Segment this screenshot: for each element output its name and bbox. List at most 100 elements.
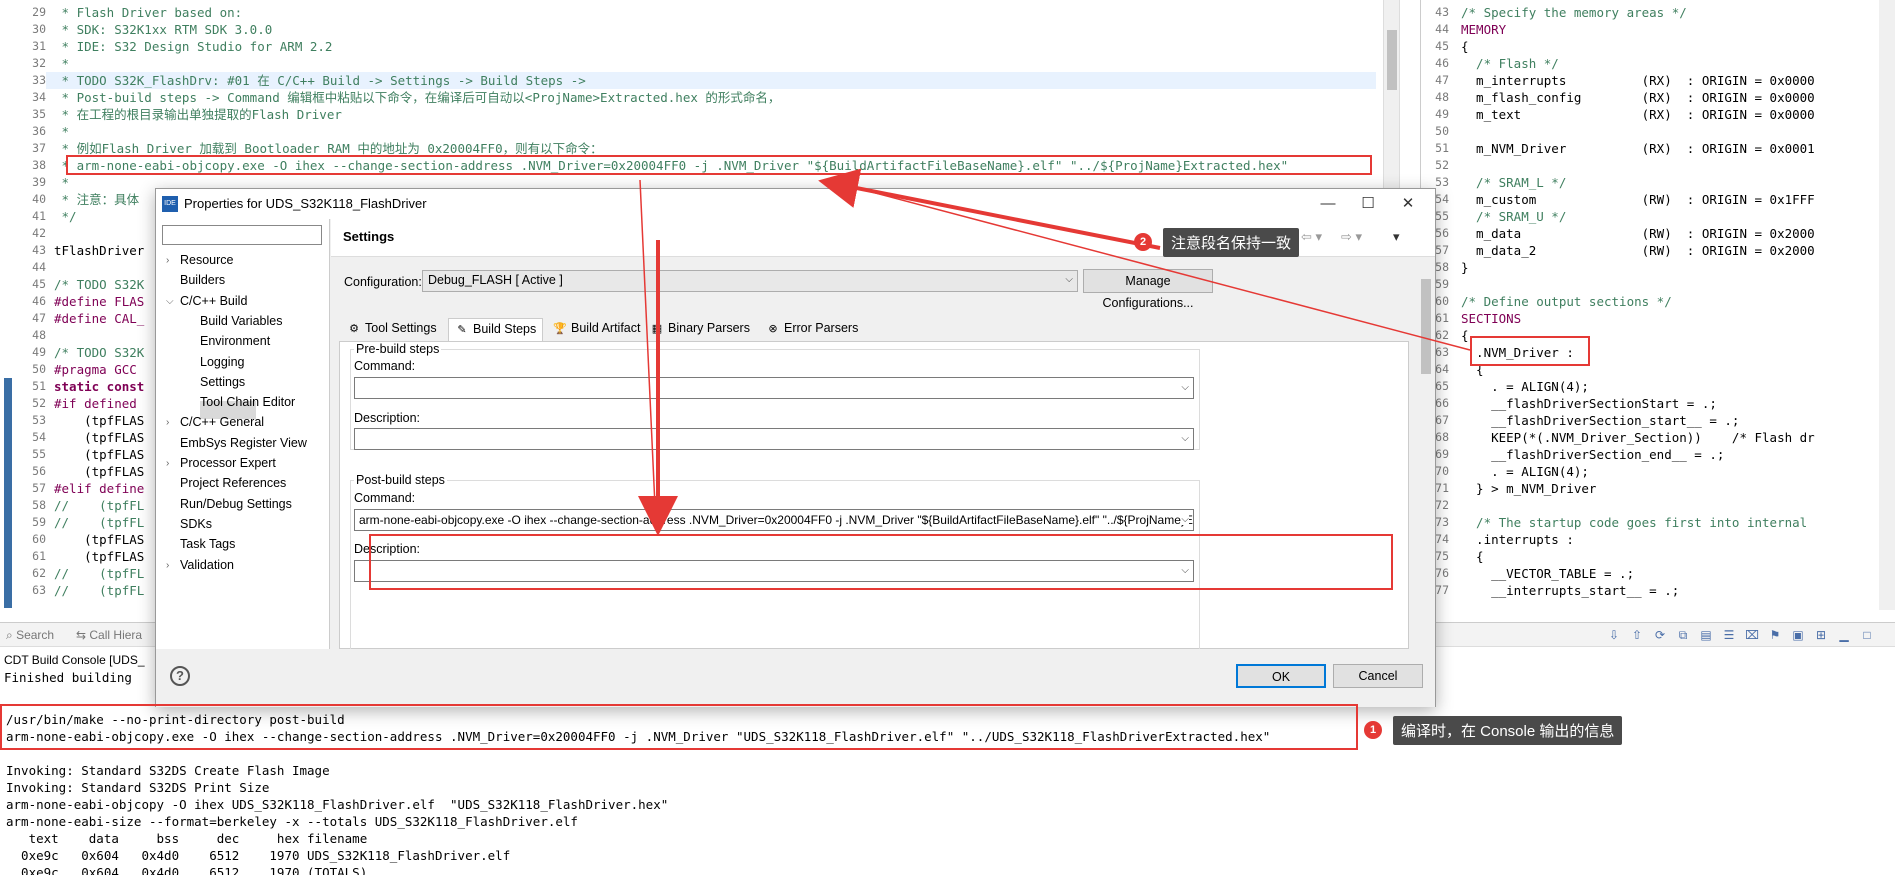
console-line: arm-none-eabi-objcopy -O ihex UDS_S32K11… [6, 797, 669, 812]
post-build-command-value: arm-none-eabi-objcopy.exe -O ihex --chan… [359, 513, 1194, 527]
tab-2[interactable]: ✎ Build Steps [448, 318, 544, 342]
configuration-select[interactable]: Debug_FLASH [ Active ] ⌵ [422, 270, 1078, 292]
code-text: } > m_NVM_Driver [1461, 481, 1597, 496]
code-text: * Flash Driver based on: [54, 5, 243, 20]
open-console-icon[interactable]: ⊞ [1813, 627, 1829, 643]
chevron-down-icon[interactable]: ⌵ [166, 296, 174, 307]
filter-input[interactable] [162, 225, 322, 245]
tree-item[interactable]: Run/Debug Settings [180, 497, 292, 511]
view-menu-icon[interactable]: ▾ [1393, 229, 1400, 245]
line-number: 38 [32, 158, 46, 172]
ok-button[interactable]: OK [1236, 664, 1326, 688]
close-button[interactable]: ✕ [1393, 193, 1423, 215]
tree-item[interactable]: Tool Chain Editor [200, 395, 295, 409]
chevron-right-icon[interactable]: › [166, 560, 169, 571]
tree-item[interactable]: Task Tags [180, 537, 235, 551]
tree-item[interactable]: C/C++ General [180, 415, 264, 429]
tree-item[interactable]: Processor Expert [180, 456, 276, 470]
minimize-button[interactable]: — [1313, 193, 1343, 215]
maximize-button[interactable]: ☐ [1353, 193, 1383, 215]
code-text: m_flash_config (RX) : ORIGIN = 0x0000 [1461, 90, 1815, 105]
help-icon[interactable]: ? [170, 666, 190, 686]
dialog-titlebar[interactable]: IDE Properties for UDS_S32K118_FlashDriv… [156, 189, 1435, 219]
tree-item[interactable]: Settings [200, 375, 245, 389]
chevron-down-icon: ⌵ [1181, 565, 1189, 576]
tree-item[interactable]: Logging [200, 355, 245, 369]
line-number: 34 [32, 90, 46, 104]
code-text: . = ALIGN(4); [1461, 464, 1589, 479]
list-icon[interactable]: ☰ [1721, 627, 1737, 643]
chevron-right-icon[interactable]: › [166, 255, 169, 266]
console-line: text data bss dec hex filename [6, 831, 368, 846]
arrow-up-icon[interactable]: ⇧ [1629, 627, 1645, 643]
refresh-icon[interactable]: ⟳ [1652, 627, 1668, 643]
code-text: #define CAL_ [54, 311, 145, 326]
tab-4[interactable]: ▦ Binary Parsers [644, 318, 756, 340]
post-build-description-input[interactable]: ⌵ [354, 560, 1194, 582]
forward-arrow-icon[interactable]: ⇨ ▾ [1341, 229, 1362, 245]
maximize-icon[interactable]: □ [1859, 627, 1875, 643]
code-text: // (tpfFL [54, 583, 145, 598]
tab-call-hierarchy-label: Call Hiera [89, 628, 143, 642]
tree-item[interactable]: Builders [180, 273, 225, 287]
scrollbar-thumb[interactable] [1387, 30, 1397, 90]
linker-script-editor[interactable]: 43 /* Specify the memory areas */ 44 MEMORY… [1420, 0, 1895, 610]
manage-configurations-button[interactable]: Manage Configurations... [1083, 269, 1213, 310]
line-number: 54 [32, 430, 46, 444]
code-text: /* SRAM_L */ [1461, 175, 1567, 190]
tree-item[interactable]: SDKs [180, 517, 212, 531]
console-title: CDT Build Console [UDS_ [4, 653, 145, 667]
dialog-footer: ? OK Cancel [156, 649, 1435, 707]
code-text: . = ALIGN(4); [1461, 379, 1589, 394]
pre-build-command-input[interactable]: ⌵ [354, 377, 1194, 399]
code-text: __interrupts_start__ = .; [1461, 583, 1680, 598]
tree-item[interactable]: C/C++ Build [180, 294, 247, 308]
paste-icon[interactable]: ▤ [1698, 627, 1714, 643]
code-text: /* SRAM_U */ [1461, 209, 1567, 224]
tab-call-hierarchy[interactable]: ⇆ Call Hiera [76, 628, 142, 642]
cancel-button[interactable]: Cancel [1333, 664, 1423, 688]
tree-item[interactable]: Project References [180, 476, 286, 490]
settings-title: Settings [343, 229, 395, 244]
minimize-icon[interactable]: ▁ [1836, 627, 1852, 643]
tab-1[interactable]: ⚙ Tool Settings [341, 318, 443, 340]
tab-icon: ▦ [651, 323, 663, 335]
post-build-command-input[interactable]: arm-none-eabi-objcopy.exe -O ihex --chan… [354, 509, 1194, 531]
line-number: 62 [32, 566, 46, 580]
tree-item[interactable]: EmbSys Register View [180, 436, 307, 450]
tree-item[interactable]: Environment [200, 334, 270, 348]
display-console-icon[interactable]: ▣ [1790, 627, 1806, 643]
chevron-right-icon[interactable]: › [166, 417, 169, 428]
tab-icon: ✎ [457, 324, 467, 336]
tab-5[interactable]: ⊗ Error Parsers [760, 318, 864, 340]
code-text: /* TODO S32K [54, 277, 145, 292]
chevron-right-icon[interactable]: › [166, 458, 169, 469]
code-text: tFlashDriver [54, 243, 145, 258]
scrollbar-thumb[interactable] [1421, 279, 1431, 374]
tree-item[interactable]: Build Variables [200, 314, 282, 328]
clear-console-icon[interactable]: ⌧ [1744, 627, 1760, 643]
settings-scrollbar[interactable] [1418, 259, 1434, 649]
code-text: .NVM_Driver : [1461, 345, 1574, 360]
tree-item[interactable]: Resource [180, 253, 234, 267]
pin-icon[interactable]: ⚑ [1767, 627, 1783, 643]
back-arrow-icon[interactable]: ⇦ ▾ [1301, 229, 1322, 245]
chevron-down-icon: ⌵ [1181, 382, 1189, 393]
line-number: 45 [1435, 39, 1449, 53]
code-text: #elif define [54, 481, 145, 496]
arrow-down-icon[interactable]: ⇩ [1606, 627, 1622, 643]
right-editor-scrollbar[interactable] [1879, 0, 1895, 610]
line-number: 57 [32, 481, 46, 495]
code-text: static const [54, 379, 145, 394]
code-text: (tpfFLAS [54, 549, 145, 564]
code-text: __VECTOR_TABLE = .; [1461, 566, 1635, 581]
tab-3[interactable]: 🏆 Build Artifact [547, 318, 646, 340]
tab-search[interactable]: ⌕ Search [6, 628, 54, 643]
pre-build-description-input[interactable]: ⌵ [354, 428, 1194, 450]
copy-icon[interactable]: ⧉ [1675, 627, 1691, 643]
line-number: 60 [32, 532, 46, 546]
console-line: Invoking: Standard S32DS Print Size [6, 780, 270, 795]
code-text: m_data_2 (RW) : ORIGIN = 0x2000 [1461, 243, 1815, 258]
tree-item[interactable]: Validation [180, 558, 234, 572]
code-text: /* The startup code goes first into inte… [1461, 515, 1808, 530]
